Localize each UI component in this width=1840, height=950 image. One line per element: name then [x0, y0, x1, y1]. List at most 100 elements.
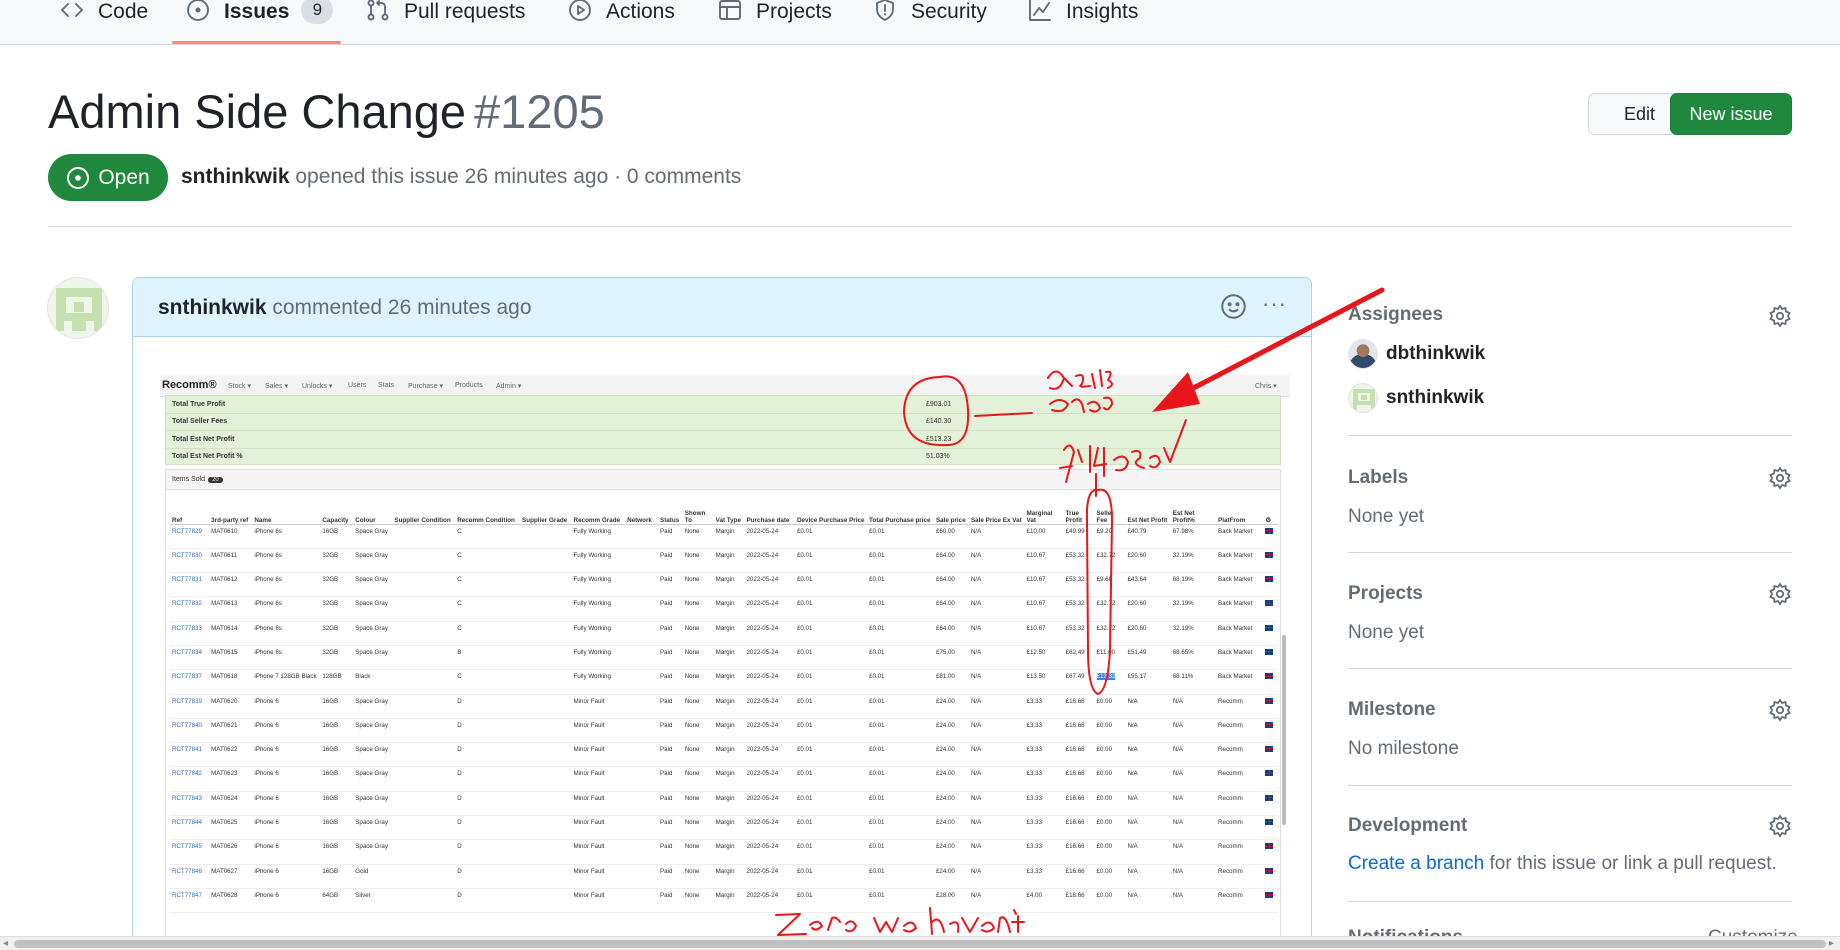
- table-cell: [520, 864, 572, 889]
- table-cell-text: Margin: [715, 819, 735, 827]
- tab-pull-requests[interactable]: Pull requests: [366, 0, 525, 44]
- new-issue-button[interactable]: New issue: [1670, 93, 1792, 135]
- table-cell-text: MAT0620: [211, 697, 238, 705]
- item-ref-link[interactable]: RCT77837: [170, 669, 210, 695]
- table-cell-text: MAT0618: [211, 673, 238, 681]
- comment-author-avatar[interactable]: [47, 277, 109, 339]
- uk-flag-icon: [1265, 867, 1274, 874]
- items-table-column-header: 3rd-party ref: [209, 494, 253, 525]
- table-cell-text: £3.33: [1026, 843, 1043, 851]
- item-ref-link[interactable]: RCT77845: [170, 839, 210, 865]
- table-cell-text: None: [684, 794, 700, 802]
- item-ref-link[interactable]: RCT77832: [170, 596, 210, 622]
- uk-flag-icon: [1265, 600, 1274, 607]
- table-cell-text: 2022-05-24: [746, 721, 779, 729]
- table-cell-text: Margin: [715, 721, 735, 729]
- table-cell: 67.98%: [1170, 524, 1217, 549]
- table-cell-text: £16.66: [1065, 867, 1085, 875]
- issue-author-link[interactable]: snthinkwik: [181, 165, 290, 188]
- table-cell-text: £9.68: [1096, 576, 1113, 584]
- table-cell: £24.00: [933, 815, 969, 841]
- table-cell: N/A: [968, 742, 1025, 768]
- screenshot-nav-item: Stock ▾: [228, 383, 251, 390]
- table-cell: iPhone 6: [252, 839, 321, 865]
- tab-actions[interactable]: Actions: [568, 0, 675, 44]
- scroll-right-icon[interactable]: ▸: [1829, 938, 1834, 949]
- assignee-item[interactable]: dbthinkwik: [1348, 338, 1485, 370]
- table-cell: iPhone 6: [252, 791, 321, 817]
- table-cell: N/A: [968, 766, 1025, 792]
- table-cell: 68.11%: [1170, 669, 1217, 695]
- attached-screenshot[interactable]: Recomm® Stock ▾ Sales ▾ Unlocks ▾ Users …: [160, 375, 1290, 950]
- comment-header: snthinkwik commented 26 minutes ago ···: [133, 278, 1311, 337]
- table-cell-text: Space Gray: [355, 624, 388, 632]
- table-cell-text: Margin: [715, 867, 735, 875]
- item-ref-link[interactable]: RCT77843: [170, 791, 210, 817]
- table-cell: [625, 791, 658, 817]
- table-cell: 2022-05-24: [744, 718, 795, 744]
- item-ref-link[interactable]: RCT77839: [170, 694, 210, 719]
- scroll-left-icon[interactable]: ◂: [3, 938, 8, 949]
- table-cell: £0.01: [794, 815, 868, 841]
- table-cell-text: Recomm: [1218, 843, 1243, 851]
- tab-code[interactable]: Code: [60, 0, 148, 44]
- comment-time[interactable]: commented 26 minutes ago: [272, 296, 531, 319]
- table-cell: Fully Working: [571, 621, 626, 646]
- comment-author-link[interactable]: snthinkwik: [158, 296, 267, 319]
- table-cell: Margin: [713, 791, 745, 817]
- table-cell-text: 128GB: [322, 673, 342, 681]
- table-cell: 2022-05-24: [744, 864, 795, 889]
- development-gear-icon[interactable]: [1768, 814, 1792, 838]
- labels-gear-icon[interactable]: [1768, 466, 1792, 490]
- comment-options-button[interactable]: ···: [1262, 291, 1292, 321]
- table-cell: [625, 548, 658, 574]
- table-cell-text: Minor Fault: [573, 746, 605, 754]
- item-ref-link[interactable]: RCT77833: [170, 621, 210, 646]
- table-cell: £16.66: [1063, 718, 1095, 744]
- table-cell: Space Gray: [353, 791, 393, 817]
- table-cell: None: [682, 572, 714, 598]
- item-ref-link[interactable]: RCT77831: [170, 572, 210, 598]
- table-cell: Minor Fault: [571, 864, 626, 889]
- scrollbar-thumb[interactable]: [14, 940, 1826, 948]
- item-ref-link[interactable]: RCT77842: [170, 766, 210, 792]
- table-cell: £64.00: [933, 596, 969, 622]
- item-ref-link[interactable]: RCT77829: [170, 524, 210, 549]
- table-cell-text: Space Gray: [355, 697, 388, 705]
- add-reaction-icon[interactable]: [1220, 293, 1247, 320]
- table-cell-text: £3.33: [1026, 770, 1043, 778]
- assignees-gear-icon[interactable]: [1768, 304, 1792, 328]
- summary-value: 51.03%: [926, 453, 950, 460]
- milestone-gear-icon[interactable]: [1768, 698, 1792, 722]
- item-ref-link[interactable]: RCT77844: [170, 815, 210, 841]
- table-cell: [1263, 548, 1278, 574]
- table-cell-text: C: [457, 600, 462, 608]
- customize-notifications-button[interactable]: Customize: [1708, 927, 1798, 936]
- table-cell: £16.66: [1063, 742, 1095, 768]
- tab-insights[interactable]: Insights: [1028, 0, 1138, 44]
- items-table-column-header: Colour: [353, 494, 393, 525]
- items-table-column-header: Network: [625, 494, 658, 525]
- sidebar-assignees: Assignees dbthinkwik snthinkwik: [1348, 300, 1792, 436]
- item-ref-link[interactable]: RCT77841: [170, 742, 210, 768]
- item-ref-link[interactable]: RCT77847: [170, 888, 210, 914]
- table-cell: £10.67: [1024, 548, 1064, 574]
- table-cell: MAT0613: [209, 596, 253, 622]
- item-ref-link[interactable]: RCT77846: [170, 864, 210, 889]
- horizontal-scrollbar[interactable]: ◂ ▸: [0, 936, 1840, 950]
- assignee-item[interactable]: snthinkwik: [1348, 382, 1484, 414]
- projects-gear-icon[interactable]: [1768, 582, 1792, 606]
- table-cell-text: £43.64: [1127, 576, 1147, 584]
- table-cell-text: None: [684, 867, 700, 875]
- item-ref-link[interactable]: RCT77840: [170, 718, 210, 744]
- item-ref-link[interactable]: RCT77834: [170, 645, 210, 671]
- summary-label: Total Est Net Profit: [172, 436, 235, 443]
- summary-value: £903.01: [926, 401, 952, 408]
- create-branch-link[interactable]: Create a branch: [1348, 853, 1484, 874]
- table-cell: [1263, 645, 1278, 671]
- table-cell: Recomm: [1216, 742, 1264, 768]
- tab-issues[interactable]: Issues 9: [186, 0, 334, 44]
- item-ref-link[interactable]: RCT77830: [170, 548, 210, 574]
- tab-projects[interactable]: Projects: [718, 0, 832, 44]
- tab-security[interactable]: Security: [873, 0, 987, 44]
